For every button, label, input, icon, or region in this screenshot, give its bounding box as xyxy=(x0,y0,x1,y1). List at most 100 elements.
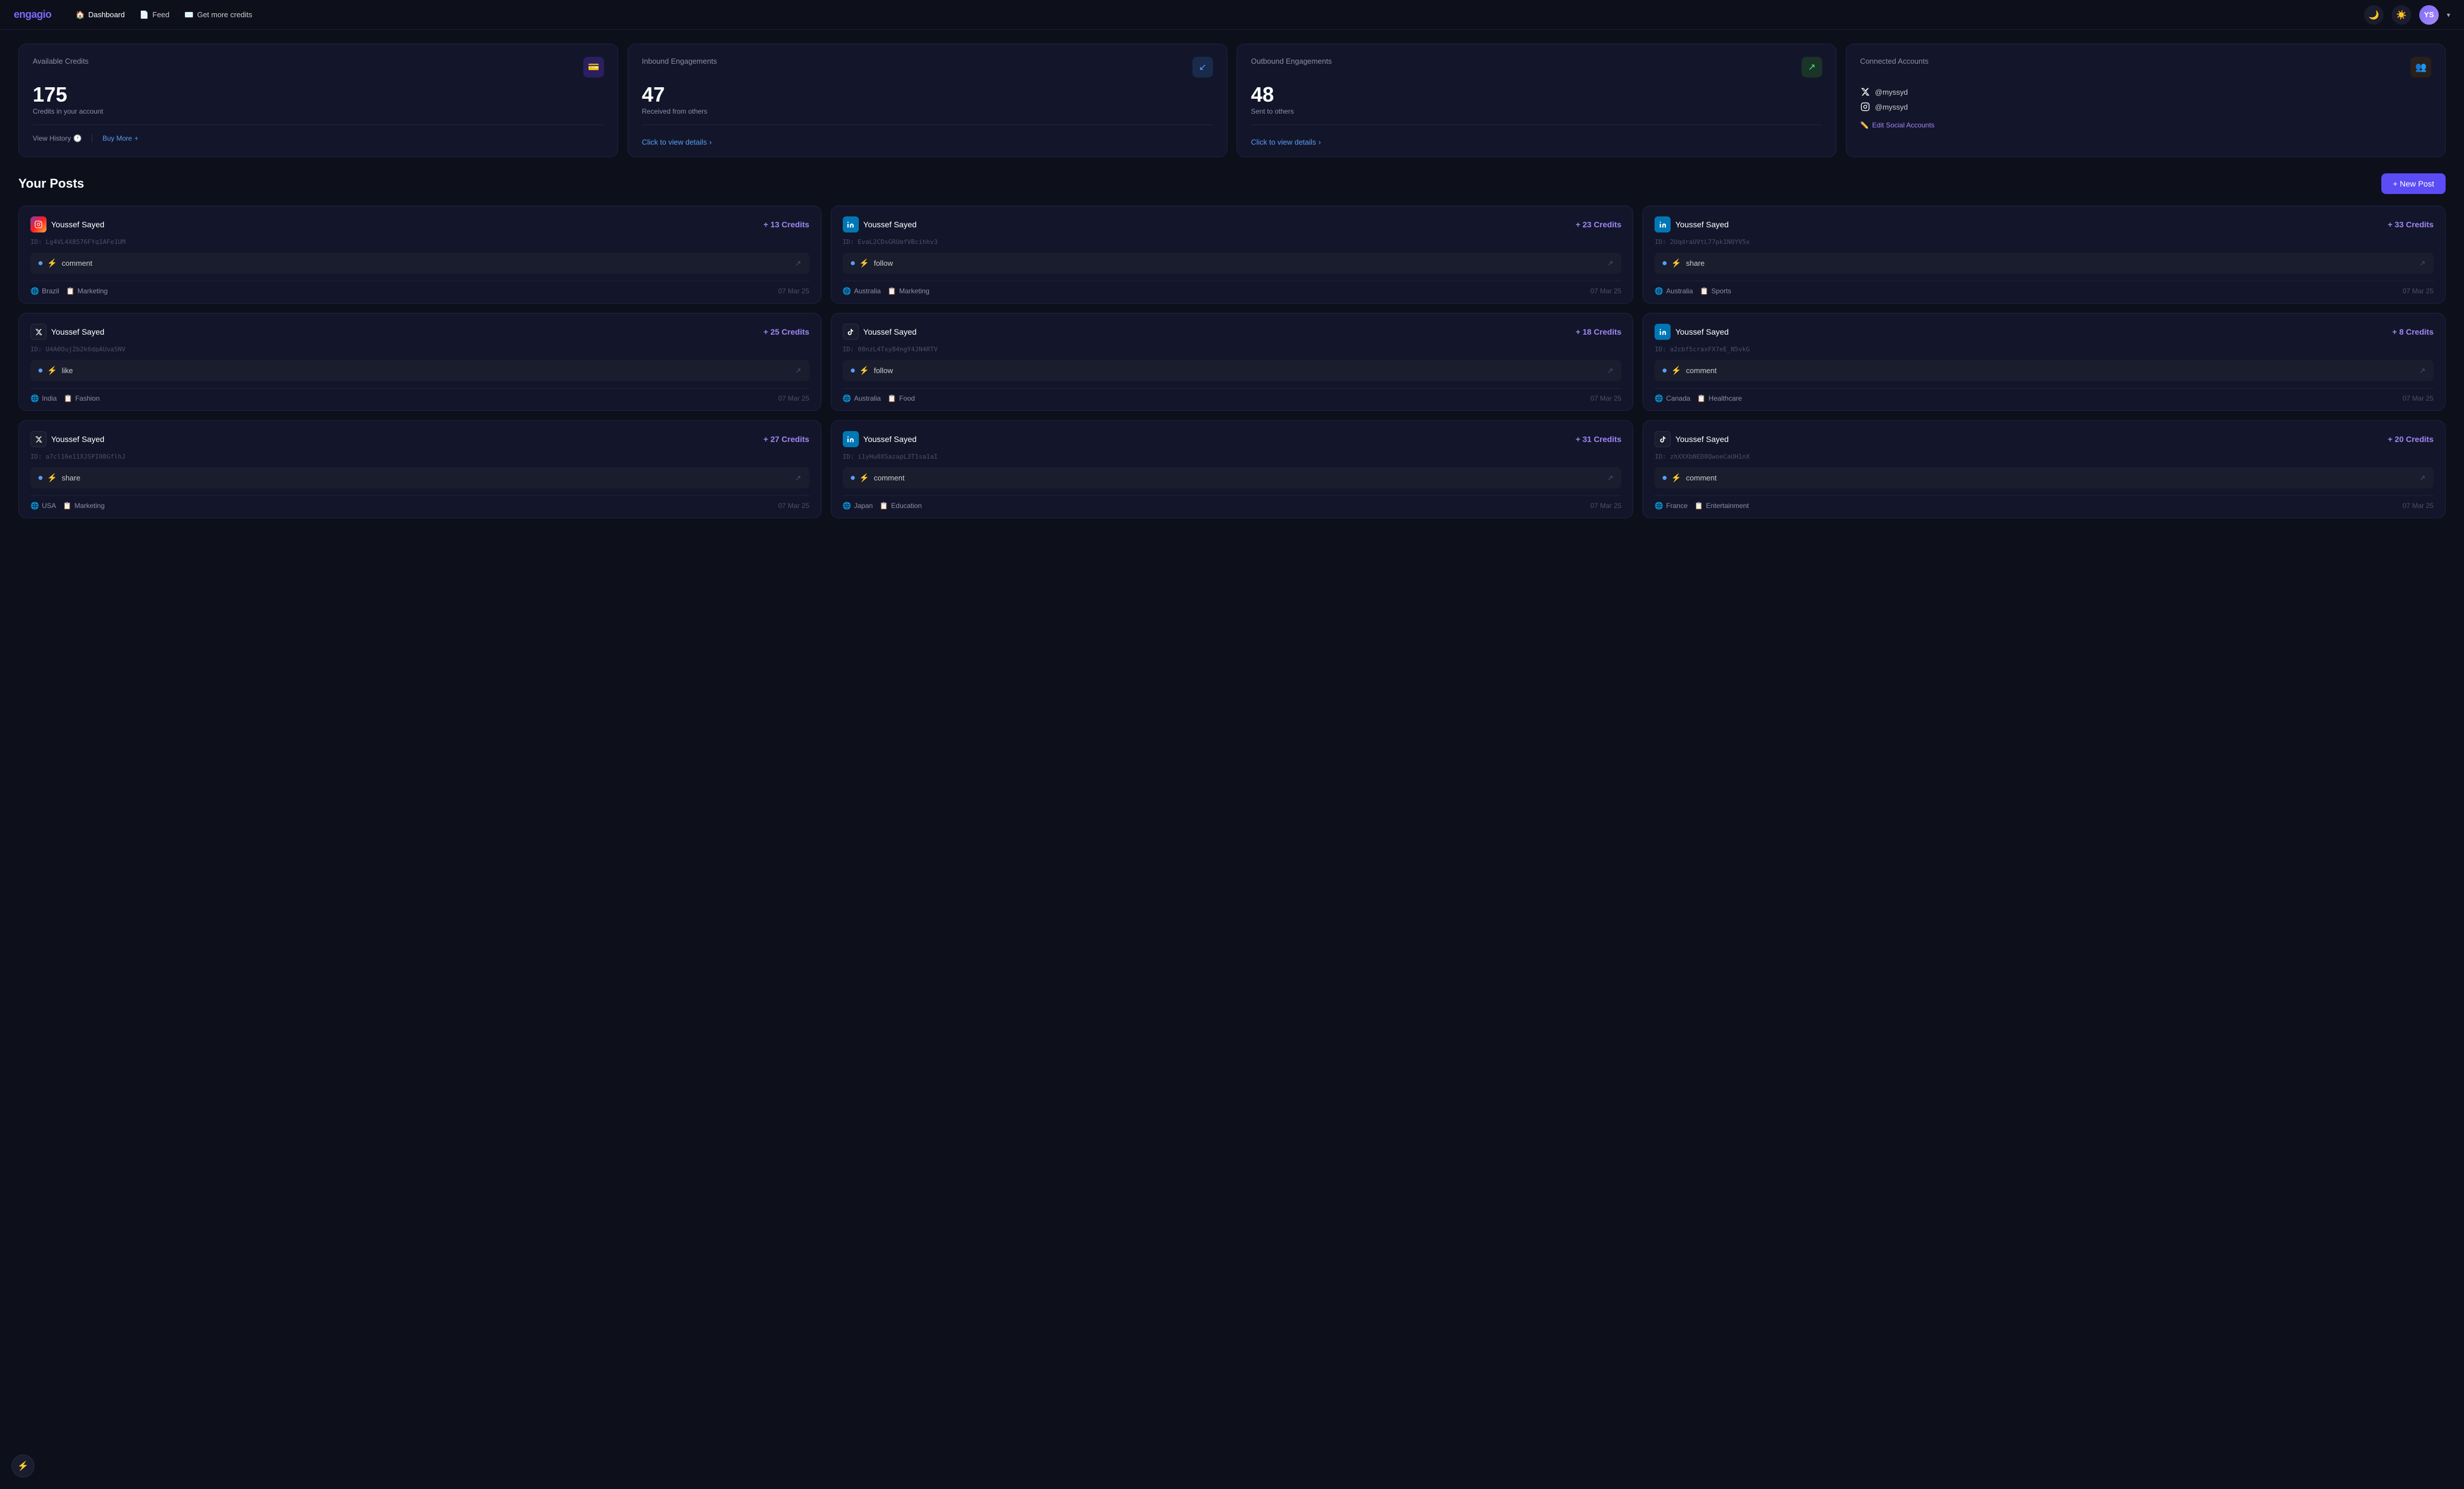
external-link-icon[interactable]: ↗ xyxy=(795,366,801,375)
outbound-click-label: Click to view details xyxy=(1251,138,1316,146)
help-badge[interactable]: ⚡ xyxy=(11,1455,34,1478)
category-label: Healthcare xyxy=(1708,394,1742,402)
external-link-icon[interactable]: ↗ xyxy=(2419,259,2426,268)
nav-feed[interactable]: 📄 Feed xyxy=(134,7,175,23)
post-card-header: Youssef Sayed + 8 Credits xyxy=(1655,324,2434,340)
footer-separator: | xyxy=(91,133,93,144)
external-link-icon[interactable]: ↗ xyxy=(2419,474,2426,483)
post-card-header: Youssef Sayed + 23 Credits xyxy=(843,216,1622,232)
post-id: ID: a2cbf5craxFX7eE_N5vkG xyxy=(1655,346,2434,353)
nav-dashboard[interactable]: 🏠 Dashboard xyxy=(70,7,131,23)
inbound-details-link[interactable]: Click to view details › xyxy=(642,138,1213,146)
user-menu-chevron[interactable]: ▾ xyxy=(2447,11,2450,19)
post-meta: 🌐 India 📋 Fashion xyxy=(30,394,100,402)
connected-header: Connected Accounts 👥 xyxy=(1860,57,2431,77)
inbound-value: 47 xyxy=(642,84,1213,105)
category-label: Fashion xyxy=(75,394,100,402)
nav-get-credits[interactable]: ✉️ Get more credits xyxy=(179,7,258,23)
post-card: Youssef Sayed + 33 Credits ID: 2UqdraUVt… xyxy=(1642,205,2446,304)
post-country: 🌐 Japan xyxy=(843,502,873,510)
external-link-icon[interactable]: ↗ xyxy=(1607,474,1613,483)
connected-accounts-card: Connected Accounts 👥 @myssyd @myssyd xyxy=(1846,44,2446,157)
action-label: follow xyxy=(874,366,893,375)
edit-social-link[interactable]: ✏️ Edit Social Accounts xyxy=(1860,121,2431,129)
post-date: 07 Mar 25 xyxy=(2403,287,2434,295)
history-icon: 🕐 xyxy=(73,134,82,142)
category-label: Marketing xyxy=(78,287,108,295)
theme-toggle-moon[interactable]: 🌙 xyxy=(2364,5,2384,25)
post-country: 🌐 Australia xyxy=(843,394,881,402)
post-card: Youssef Sayed + 23 Credits ID: EvaL2CDsG… xyxy=(831,205,1634,304)
nav-links: 🏠 Dashboard 📄 Feed ✉️ Get more credits xyxy=(70,7,258,23)
view-history-link[interactable]: View History 🕐 xyxy=(33,134,82,142)
action-bolt-icon: ⚡ xyxy=(47,473,57,483)
external-link-icon[interactable]: ↗ xyxy=(2419,366,2426,375)
outbound-arrow-icon: › xyxy=(1318,138,1320,146)
post-date: 07 Mar 25 xyxy=(1590,394,1621,402)
category-icon: 📋 xyxy=(888,394,896,402)
connected-accounts-list: @myssyd @myssyd xyxy=(1860,84,2431,114)
outbound-sub: Sent to others xyxy=(1251,107,1822,115)
new-post-button[interactable]: + New Post xyxy=(2381,173,2446,194)
posts-header: Your Posts + New Post xyxy=(18,173,2446,194)
globe-icon: 🌐 xyxy=(30,502,39,510)
credits-card-header: Available Credits 💳 xyxy=(33,57,604,77)
action-status-dot xyxy=(851,369,855,373)
twitter-handle: @myssyd xyxy=(1875,88,1908,96)
globe-icon: 🌐 xyxy=(843,287,851,295)
credits-card-title: Available Credits xyxy=(33,57,88,65)
external-link-icon[interactable]: ↗ xyxy=(795,474,801,483)
external-link-icon[interactable]: ↗ xyxy=(795,259,801,268)
action-bolt-icon: ⚡ xyxy=(1671,366,1681,375)
post-card-footer: 🌐 Japan 📋 Education 07 Mar 25 xyxy=(843,495,1622,510)
action-status-dot xyxy=(1663,476,1667,480)
outbound-details-link[interactable]: Click to view details › xyxy=(1251,138,1822,146)
post-action-row: ⚡ share ↗ xyxy=(30,467,809,488)
category-label: Education xyxy=(891,502,921,510)
category-icon: 📋 xyxy=(888,287,896,295)
post-credits: + 18 Credits xyxy=(1576,327,1622,336)
post-category: 📋 Healthcare xyxy=(1697,394,1742,402)
post-meta: 🌐 Australia 📋 Marketing xyxy=(843,287,929,295)
action-bolt-icon: ⚡ xyxy=(47,258,57,268)
category-icon: 📋 xyxy=(1700,287,1708,295)
post-action-left: ⚡ share xyxy=(38,473,80,483)
action-status-dot xyxy=(851,261,855,265)
post-id: ID: EvaL2CDsGRUmfVBcihhv3 xyxy=(843,238,1622,246)
credits-sub: Credits in your account xyxy=(33,107,604,115)
credits-value: 175 xyxy=(33,84,604,105)
external-link-icon[interactable]: ↗ xyxy=(1607,259,1613,268)
action-label: comment xyxy=(874,474,904,482)
posts-title: Your Posts xyxy=(18,176,84,191)
action-bolt-icon: ⚡ xyxy=(859,473,869,483)
post-action-row: ⚡ follow ↗ xyxy=(843,360,1622,381)
buy-more-link[interactable]: Buy More + xyxy=(103,134,138,142)
edit-social-label: Edit Social Accounts xyxy=(1872,121,1935,129)
post-credits: + 13 Credits xyxy=(764,220,809,229)
post-meta: 🌐 Australia 📋 Food xyxy=(843,394,915,402)
external-link-icon[interactable]: ↗ xyxy=(1607,366,1613,375)
post-card: Youssef Sayed + 31 Credits ID: i1yHu0XSa… xyxy=(831,420,1634,518)
posts-section: Your Posts + New Post Youssef Sayed + 13… xyxy=(18,173,2446,518)
action-label: like xyxy=(61,366,73,375)
post-category: 📋 Sports xyxy=(1700,287,1731,295)
category-icon: 📋 xyxy=(880,502,888,510)
post-meta: 🌐 Canada 📋 Healthcare xyxy=(1655,394,1742,402)
post-card-header: Youssef Sayed + 18 Credits xyxy=(843,324,1622,340)
linkedin-platform-icon xyxy=(843,431,859,447)
post-id: ID: i1yHu0XSazapL3T1sa1aI xyxy=(843,453,1622,460)
post-card-footer: 🌐 Australia 📋 Food 07 Mar 25 xyxy=(843,388,1622,402)
post-action-left: ⚡ follow xyxy=(851,366,893,375)
category-label: Marketing xyxy=(899,287,929,295)
user-avatar[interactable]: YS xyxy=(2419,5,2439,25)
theme-toggle-sun[interactable]: ☀️ xyxy=(2392,5,2411,25)
post-id: ID: Lg4VL4X8576FYq1AFe1UM xyxy=(30,238,809,246)
outbound-card: Outbound Engagements ↗ 48 Sent to others… xyxy=(1237,44,1837,157)
post-country: 🌐 India xyxy=(30,394,57,402)
globe-icon: 🌐 xyxy=(1655,394,1663,402)
action-label: comment xyxy=(61,259,92,267)
twitter-account-row: @myssyd xyxy=(1860,84,2431,99)
post-user: Youssef Sayed xyxy=(30,324,104,340)
buy-more-label: Buy More xyxy=(103,134,132,142)
post-action-left: ⚡ comment xyxy=(851,473,905,483)
